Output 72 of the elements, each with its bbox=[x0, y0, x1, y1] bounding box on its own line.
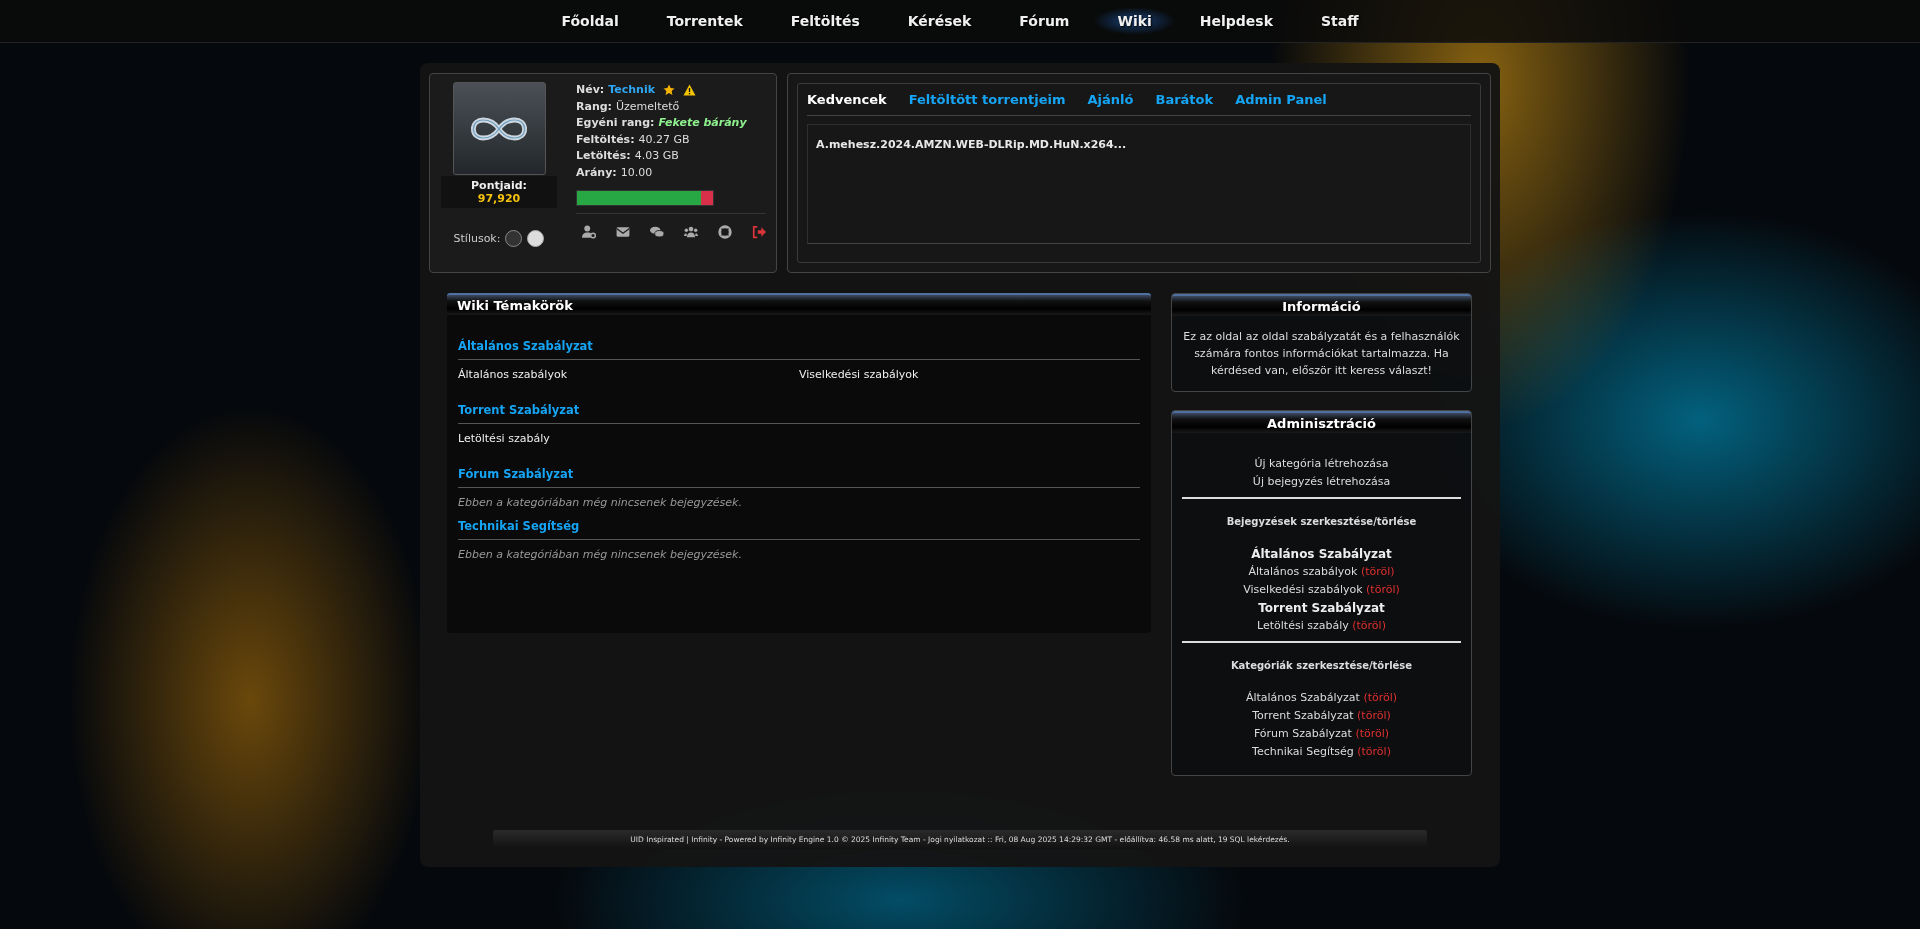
category-heading[interactable]: Fórum Szabályzat bbox=[458, 467, 1140, 488]
username-link[interactable]: Technik bbox=[608, 82, 656, 99]
delete-link[interactable]: (töröl) bbox=[1363, 691, 1398, 704]
field-value: 4.03 GB bbox=[634, 148, 679, 164]
nav-link[interactable]: Staff bbox=[1297, 7, 1383, 35]
nav-link[interactable]: Helpdesk bbox=[1175, 7, 1297, 35]
field-value: Üzemeltető bbox=[616, 98, 680, 115]
field-label: Név: bbox=[576, 82, 605, 98]
category-heading[interactable]: Általános Szabályzat bbox=[458, 339, 1140, 360]
chat-bubbles-icon[interactable] bbox=[650, 225, 664, 239]
nav-link[interactable]: Főoldal bbox=[537, 7, 643, 35]
tab[interactable]: Admin Panel bbox=[1235, 92, 1327, 107]
tab[interactable]: Kedvencek bbox=[807, 92, 887, 107]
wiki-entry-link[interactable]: Letöltési szabály bbox=[458, 432, 799, 445]
nav-link[interactable]: Torrentek bbox=[642, 7, 767, 35]
tab[interactable]: Ajánló bbox=[1087, 92, 1134, 107]
tab[interactable]: Feltöltött torrentjeim bbox=[908, 92, 1066, 107]
panel-title: Wiki Témakörök bbox=[457, 297, 573, 313]
delete-link[interactable]: (töröl) bbox=[1357, 709, 1391, 722]
entry-link[interactable]: Viselkedési szabályok bbox=[1243, 583, 1363, 596]
category-heading[interactable]: Torrent Szabályzat bbox=[458, 403, 1140, 424]
empty-category-note: Ebben a kategóriában még nincsenek bejegyzések. bbox=[458, 548, 743, 561]
envelope-icon[interactable] bbox=[616, 225, 630, 239]
group-heading: Általános Szabályzat bbox=[1251, 545, 1392, 563]
wiki-entry-link[interactable]: Viselkedési szabályok bbox=[799, 368, 1140, 381]
field-value: 10.00 bbox=[620, 164, 653, 181]
panel-title: Adminisztráció bbox=[1267, 415, 1376, 431]
nav-link[interactable]: Wiki bbox=[1093, 7, 1176, 35]
delete-link[interactable]: (töröl) bbox=[1355, 727, 1390, 740]
category-heading[interactable]: Technikai Segítség bbox=[458, 519, 1140, 540]
nav-link[interactable]: Kérések bbox=[883, 7, 996, 35]
category-link[interactable]: Általános Szabályzat bbox=[1245, 691, 1360, 704]
category-link[interactable]: Technikai Segítség bbox=[1252, 745, 1354, 758]
section-heading: Kategóriák szerkesztése/törlése bbox=[1230, 659, 1413, 673]
star-icon bbox=[663, 84, 676, 97]
styles-label: Stílusok: bbox=[453, 232, 501, 245]
field-label: Egyéni rang: bbox=[576, 115, 655, 131]
points-value: 97,920 bbox=[477, 192, 521, 205]
wiki-entry-link[interactable]: Általános szabályok bbox=[458, 368, 799, 381]
torrent-link[interactable]: A.mehesz.2024.AMZN.WEB-DLRip.MD.HuN.x264... bbox=[816, 138, 1127, 151]
users-icon[interactable] bbox=[684, 225, 698, 239]
category-link[interactable]: Fórum Szabályzat bbox=[1253, 727, 1352, 740]
entry-link[interactable]: Letöltési szabály bbox=[1257, 619, 1349, 632]
group-heading: Torrent Szabályzat bbox=[1258, 600, 1385, 617]
delete-link[interactable]: (töröl) bbox=[1357, 745, 1391, 758]
panel-title: Információ bbox=[1282, 298, 1361, 314]
life-ring-icon[interactable] bbox=[718, 225, 732, 239]
nav-link[interactable]: Fórum bbox=[995, 7, 1094, 35]
field-value: 40.27 GB bbox=[638, 131, 690, 148]
custom-rank-value: Fekete bárány bbox=[658, 115, 747, 131]
warning-icon bbox=[683, 84, 697, 97]
create-link[interactable]: Új bejegyzés létrehozása bbox=[1252, 473, 1391, 491]
delete-link[interactable]: (töröl) bbox=[1366, 583, 1400, 596]
section-heading: Bejegyzések szerkesztése/törlése bbox=[1226, 515, 1417, 529]
delete-link[interactable]: (töröl) bbox=[1352, 619, 1386, 632]
category-link[interactable]: Torrent Szabályzat bbox=[1252, 709, 1354, 722]
nav-link[interactable]: Feltöltés bbox=[766, 7, 884, 35]
dark-style-button[interactable] bbox=[505, 230, 523, 247]
tab[interactable]: Barátok bbox=[1155, 92, 1214, 107]
field-label: Letöltés: bbox=[576, 148, 631, 164]
empty-category-note: Ebben a kategóriában még nincsenek bejegyzések. bbox=[458, 496, 743, 509]
create-link[interactable]: Új kategória létrehozása bbox=[1254, 455, 1389, 473]
sign-out-icon[interactable] bbox=[752, 225, 766, 239]
field-label: Feltöltés: bbox=[576, 131, 635, 148]
points-label: Pontjaid: bbox=[471, 179, 527, 192]
light-style-button[interactable] bbox=[527, 230, 545, 247]
field-label: Rang: bbox=[576, 98, 612, 115]
delete-link[interactable]: (töröl) bbox=[1360, 565, 1395, 578]
field-label: Arány: bbox=[576, 164, 617, 181]
user-settings-icon[interactable] bbox=[582, 225, 596, 239]
entry-link[interactable]: Általános szabályok bbox=[1248, 565, 1358, 578]
info-text: Ez az oldal az oldal szabályzatát és a felhasználók számára fontos információkat tartalmazza. Ha kérdésed van, először itt keress választ! bbox=[1182, 329, 1461, 379]
